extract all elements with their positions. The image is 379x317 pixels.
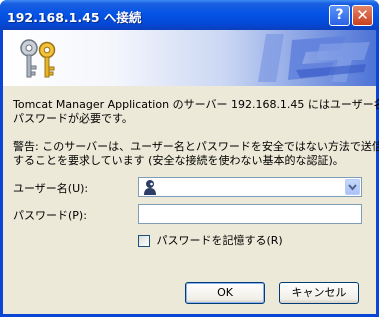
auth-message-line1: Tomcat Manager Application のサーバー 192.168… bbox=[13, 98, 379, 111]
ok-button[interactable]: OK bbox=[185, 282, 265, 304]
remember-password-label: パスワードを記憶する(R) bbox=[156, 234, 283, 247]
warning-message: 警告: このサーバーは、ユーザー名とパスワードを安全ではない方法で送信 すること… bbox=[13, 140, 379, 168]
auth-message: Tomcat Manager Application のサーバー 192.168… bbox=[13, 98, 379, 126]
username-label: ユーザー名(U): bbox=[13, 182, 89, 195]
close-icon: ✕ bbox=[356, 6, 369, 24]
help-icon: ? bbox=[335, 7, 344, 23]
username-combobox[interactable] bbox=[138, 177, 362, 197]
auth-message-line2: パスワードが必要です。 bbox=[13, 112, 133, 125]
window-title: 192.168.1.45 へ接続 bbox=[7, 10, 142, 25]
remember-password-checkbox[interactable] bbox=[138, 235, 150, 247]
keys-icon bbox=[20, 39, 56, 78]
banner-decoration bbox=[258, 34, 370, 82]
password-label: パスワード(P): bbox=[13, 209, 87, 222]
dialog-client-area: Tomcat Manager Application のサーバー 192.168… bbox=[3, 30, 379, 314]
cancel-button[interactable]: キャンセル bbox=[279, 282, 359, 304]
warning-message-line1: 警告: このサーバーは、ユーザー名とパスワードを安全ではない方法で送信 bbox=[13, 140, 379, 153]
title-bar[interactable]: 192.168.1.45 へ接続 ? ✕ bbox=[0, 0, 379, 30]
banner bbox=[3, 30, 376, 86]
close-button[interactable]: ✕ bbox=[352, 5, 373, 26]
help-button[interactable]: ? bbox=[329, 5, 350, 26]
username-dropdown-button[interactable] bbox=[345, 179, 360, 195]
dropdown-arrow-icon bbox=[348, 184, 357, 191]
user-icon bbox=[144, 180, 156, 195]
warning-message-line2: することを要求しています (安全な接続を使わない基本的な認証)。 bbox=[13, 154, 344, 167]
remember-password-row[interactable]: パスワードを記憶する(R) bbox=[138, 232, 283, 248]
password-field[interactable] bbox=[138, 204, 362, 224]
dialog-window: 192.168.1.45 へ接続 ? ✕ Tomcat Manager Appl… bbox=[0, 0, 379, 317]
